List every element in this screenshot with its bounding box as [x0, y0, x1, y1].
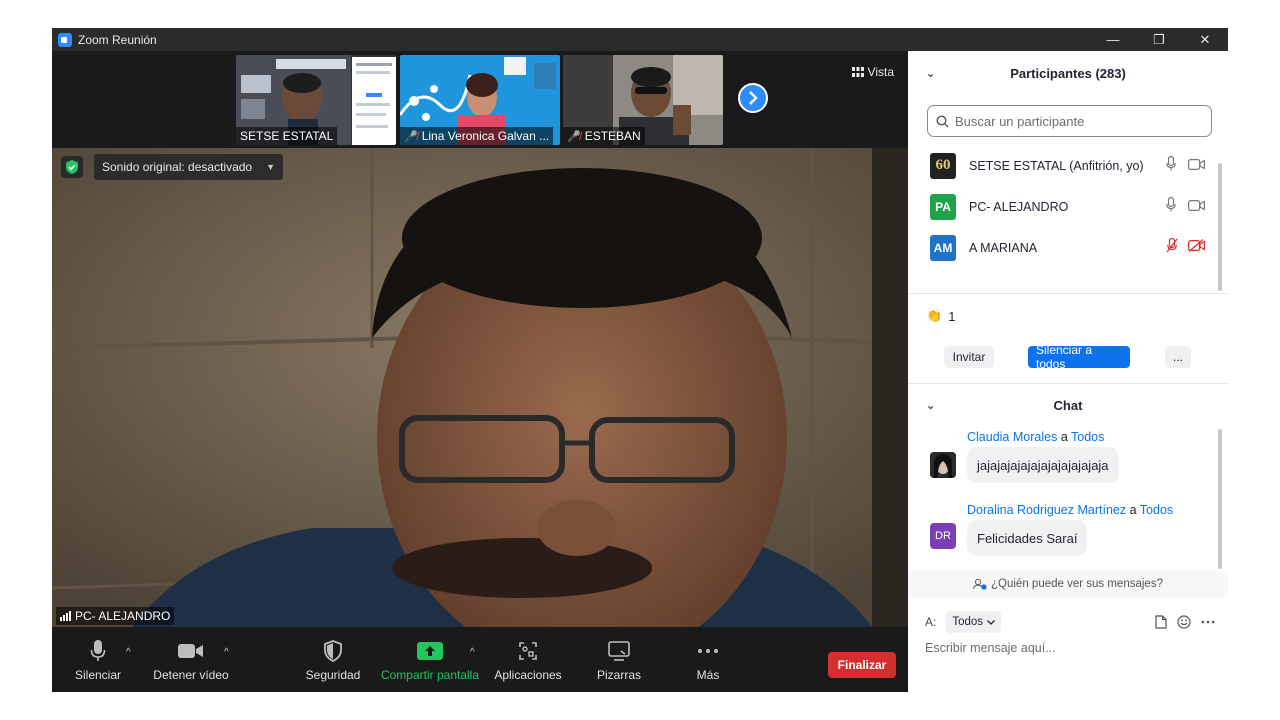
- divider: [908, 383, 1228, 384]
- video-thumbnail[interactable]: 🎤̸ ESTEBAN: [563, 55, 723, 145]
- video-area: SETSE ESTATAL 🎤̸ Lina Veronica Galvan ...: [52, 51, 908, 627]
- thumbnail-name: SETSE ESTATAL: [236, 127, 338, 145]
- more-options-button[interactable]: ...: [1165, 346, 1191, 368]
- mute-button[interactable]: Silenciar: [70, 627, 126, 692]
- message-header: Claudia Morales a Todos: [967, 430, 1105, 444]
- signal-strength-icon: [60, 611, 71, 621]
- chat-header: ⌄ Chat: [926, 397, 1083, 413]
- video-camera-icon[interactable]: [1188, 198, 1205, 216]
- zoom-logo-icon: [58, 32, 72, 47]
- meeting-toolbar: Silenciar ^ Detener vídeo ^ Seguridad Co…: [52, 627, 908, 692]
- audio-options-chevron-icon[interactable]: ^: [126, 647, 131, 658]
- thumbnail-strip: SETSE ESTATAL 🎤̸ Lina Veronica Galvan ...: [52, 51, 908, 148]
- mic-muted-icon: 🎤̸: [404, 130, 418, 143]
- chat-message-input[interactable]: Escribir mensaje aquí...: [925, 641, 1056, 655]
- chevron-down-icon[interactable]: ⌄: [926, 399, 935, 412]
- divider: [908, 293, 1228, 294]
- participant-row[interactable]: PA PC- ALEJANDRO: [908, 186, 1228, 227]
- thumbnail-name: 🎤̸ ESTEBAN: [563, 127, 645, 145]
- video-camera-icon[interactable]: [1188, 157, 1205, 175]
- emoji-icon[interactable]: [1177, 615, 1191, 629]
- original-sound-toggle[interactable]: Sonido original: desactivado ▼: [94, 154, 284, 180]
- video-camera-off-icon[interactable]: [1188, 238, 1205, 257]
- stop-video-button[interactable]: Detener vídeo: [152, 627, 230, 692]
- microphone-icon: [90, 638, 106, 664]
- video-camera-icon: [178, 638, 204, 664]
- chat-scrollbar[interactable]: [1218, 429, 1222, 569]
- zoom-window: Zoom Reunión — ❐ ✕ SETSE ESTATAL 🎤̸ Lina…: [52, 28, 1228, 692]
- clapping-hands-icon: 👏: [926, 308, 943, 323]
- avatar: PA: [930, 193, 956, 220]
- participant-search-input[interactable]: Buscar un participante: [927, 105, 1212, 137]
- shield-icon: [324, 638, 342, 664]
- participants-header: ⌄ Participantes (283): [926, 65, 1126, 81]
- recipient-select[interactable]: Todos: [946, 611, 1002, 633]
- participant-actions: Invitar Silenciar a todos ...: [908, 343, 1228, 373]
- mic-muted-icon: 🎤̸: [567, 130, 581, 143]
- main-video: Sonido original: desactivado ▼ PC- ALEJA…: [52, 148, 908, 627]
- share-screen-button[interactable]: Compartir pantalla: [378, 627, 482, 692]
- microphone-icon[interactable]: [1166, 155, 1176, 176]
- more-dots-icon[interactable]: [1201, 620, 1215, 624]
- avatar: [930, 452, 956, 478]
- speaker-video-image: [52, 148, 908, 627]
- apps-button[interactable]: Aplicaciones: [492, 627, 564, 692]
- recipient-row: A: Todos: [925, 609, 1215, 635]
- more-button[interactable]: Más: [684, 627, 732, 692]
- speaker-name-tag: PC- ALEJANDRO: [56, 607, 175, 625]
- side-panel: ⌄ Participantes (283) Buscar un particip…: [908, 51, 1228, 692]
- participants-scrollbar[interactable]: [1218, 163, 1222, 291]
- avatar: DR: [930, 523, 956, 549]
- share-screen-icon: [417, 638, 443, 664]
- minimize-button[interactable]: —: [1090, 28, 1136, 51]
- microphone-icon[interactable]: [1166, 196, 1176, 217]
- microphone-muted-icon[interactable]: [1166, 237, 1178, 258]
- window-title: Zoom Reunión: [78, 32, 157, 47]
- chat-message-bubble: Felicidades Saraí: [967, 520, 1088, 556]
- file-icon[interactable]: [1155, 615, 1167, 629]
- chat-message-bubble: jajajajajajajajajajajajaja: [967, 447, 1119, 483]
- search-icon: [936, 114, 949, 127]
- reaction-summary: 👏 1: [926, 308, 956, 324]
- close-button[interactable]: ✕: [1182, 28, 1228, 51]
- video-options-chevron-icon[interactable]: ^: [224, 647, 229, 658]
- video-thumbnail[interactable]: SETSE ESTATAL: [236, 55, 396, 145]
- people-visibility-icon: [973, 578, 987, 590]
- avatar: 60: [930, 152, 956, 179]
- message-visibility-link[interactable]: ¿Quién puede ver sus mensajes?: [908, 571, 1228, 597]
- more-dots-icon: [697, 638, 719, 664]
- avatar: AM: [930, 234, 956, 261]
- invite-button[interactable]: Invitar: [944, 346, 994, 368]
- chevron-down-icon[interactable]: ⌄: [926, 67, 935, 80]
- video-thumbnail[interactable]: 🎤̸ Lina Veronica Galvan ...: [400, 55, 560, 145]
- chevron-down-icon: [987, 619, 995, 625]
- apps-icon: [518, 638, 538, 664]
- encryption-shield-icon[interactable]: [61, 156, 83, 178]
- participant-row[interactable]: 60 SETSE ESTATAL (Anfitrión, yo): [908, 145, 1228, 186]
- mute-all-button[interactable]: Silenciar a todos: [1028, 343, 1130, 371]
- title-bar: Zoom Reunión — ❐ ✕: [52, 28, 1228, 51]
- grid-view-icon: [851, 67, 864, 77]
- whiteboard-icon: [608, 638, 630, 664]
- message-header: Doralina Rodriguez Martínez a Todos: [967, 503, 1174, 517]
- thumbnail-name: 🎤̸ Lina Veronica Galvan ...: [400, 127, 554, 145]
- chevron-right-icon[interactable]: [738, 83, 768, 113]
- participant-row[interactable]: AM A MARIANA: [908, 227, 1228, 268]
- caret-down-icon: ▼: [266, 162, 276, 172]
- participant-list: 60 SETSE ESTATAL (Anfitrión, yo) PA PC- …: [908, 145, 1228, 265]
- security-button[interactable]: Seguridad: [304, 627, 362, 692]
- view-button[interactable]: Vista: [846, 61, 900, 83]
- end-meeting-button[interactable]: Finalizar: [828, 652, 896, 678]
- maximize-button[interactable]: ❐: [1136, 28, 1182, 51]
- share-options-chevron-icon[interactable]: ^: [470, 647, 475, 658]
- whiteboard-button[interactable]: Pizarras: [592, 627, 646, 692]
